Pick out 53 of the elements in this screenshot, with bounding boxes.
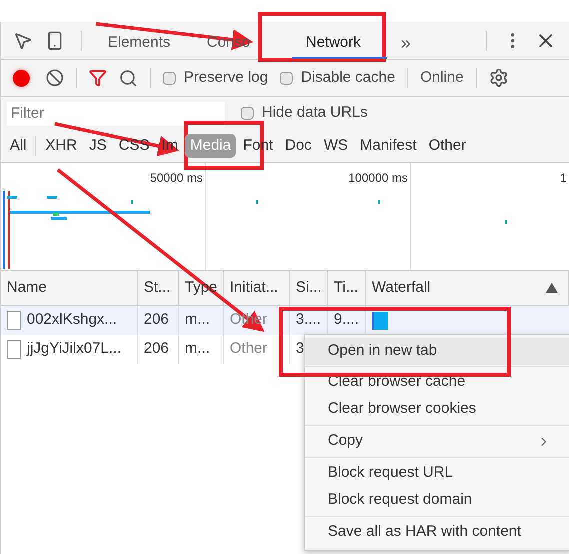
checkbox[interactable] xyxy=(280,72,294,84)
type-filter[interactable]: Manifest xyxy=(355,134,422,158)
type-filter[interactable]: CSS xyxy=(114,134,155,158)
menu-item[interactable]: Block request domain xyxy=(305,487,569,514)
column-header[interactable]: Name xyxy=(7,276,48,300)
column-header[interactable]: Ti... xyxy=(334,276,358,300)
panel-tab[interactable]: Network xyxy=(292,22,387,59)
type-filter[interactable]: XHR xyxy=(40,134,82,158)
table-cell-text: 3 xyxy=(296,339,304,360)
menu-item[interactable]: Block request URL xyxy=(305,460,569,487)
table-cell-text: 206 xyxy=(144,339,170,360)
column-header[interactable]: Si... xyxy=(296,276,322,300)
menu-item[interactable]: Copy xyxy=(305,428,569,455)
column-header[interactable]: Initiat... xyxy=(230,276,278,300)
menu-item[interactable]: Clear browser cookies xyxy=(305,396,569,423)
type-filter[interactable]: All xyxy=(5,134,32,158)
type-filter[interactable]: Doc xyxy=(280,134,317,158)
checkbox[interactable] xyxy=(163,72,176,84)
filter-field[interactable]: Filter xyxy=(7,102,225,126)
checkbox-label: Disable cache xyxy=(301,68,396,88)
column-header[interactable]: St... xyxy=(144,276,171,300)
table-cell-text: Other xyxy=(230,339,268,360)
settings-icon[interactable] xyxy=(488,68,509,88)
record-button[interactable] xyxy=(13,70,30,86)
table-cell-text: m... xyxy=(185,339,210,360)
more-tabs-button[interactable]: » xyxy=(397,24,416,57)
table-cell-text: 206 xyxy=(144,310,170,330)
menu-item[interactable]: Save all as HAR with content xyxy=(305,519,569,546)
checkbox[interactable] xyxy=(241,107,254,120)
checkbox-label: Preserve log xyxy=(184,68,268,88)
clear-icon[interactable] xyxy=(46,69,64,87)
panel-tab[interactable]: Elements xyxy=(94,22,189,59)
file-icon xyxy=(7,340,21,359)
table-cell-text: jjJgYiJilx07L... xyxy=(27,339,122,360)
menu-item[interactable]: Open in new tab xyxy=(305,338,569,365)
type-filter[interactable]: JS xyxy=(84,134,112,158)
throttling-dropdown[interactable]: Online xyxy=(420,66,464,90)
filter-icon[interactable] xyxy=(89,69,107,87)
column-header[interactable]: Waterfall xyxy=(372,276,431,300)
table-cell-text: 002xlKshgx... xyxy=(27,310,118,330)
time-tick: 100000 ms xyxy=(348,170,408,187)
table-cell-text: 3.... xyxy=(296,310,322,330)
file-icon xyxy=(7,311,21,330)
inspect-icon[interactable] xyxy=(13,30,33,50)
table-cell-text: m... xyxy=(185,310,210,330)
time-tick: 1 xyxy=(560,170,567,187)
time-tick: 50000 ms xyxy=(150,170,203,187)
checkbox-label: Hide data URLs xyxy=(262,103,368,124)
sort-icon[interactable] xyxy=(546,283,558,293)
table-cell-text: 9.... xyxy=(334,310,360,330)
type-filter[interactable]: Other xyxy=(424,134,472,158)
type-filter[interactable]: WS xyxy=(318,134,354,158)
search-icon[interactable] xyxy=(119,68,138,88)
